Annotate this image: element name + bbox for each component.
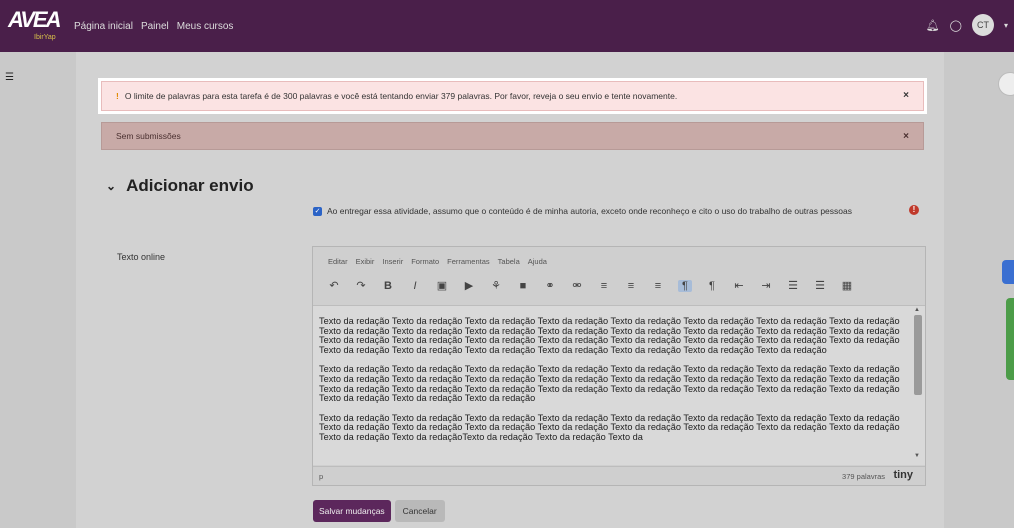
paragraph: Texto da redação Texto da redação Texto … bbox=[319, 412, 900, 442]
ltr-icon[interactable]: ¶ bbox=[678, 279, 692, 292]
left-drawer-area bbox=[0, 52, 76, 528]
form-actions: Salvar mudanças Cancelar bbox=[313, 500, 445, 522]
editor-toolbar: ↶ ↷ B I ▣ ▶ ⚘ ■ ⚭ ⚮ ≡ ≡ ≡ ¶ ¶ ⇤ ⇥ ☰ ☰ ▦ bbox=[327, 279, 854, 292]
paragraph: Texto da redação Texto da redação Texto … bbox=[319, 364, 900, 404]
italic-icon[interactable]: I bbox=[408, 280, 422, 292]
scroll-up-icon[interactable]: ▲ bbox=[914, 307, 920, 313]
authorship-label: Ao entregar essa atividade, assumo que o… bbox=[327, 206, 852, 216]
nav-link-my-courses[interactable]: Meus cursos bbox=[177, 21, 234, 32]
side-tab-blue[interactable] bbox=[1002, 260, 1014, 284]
nav-link-home[interactable]: Página inicial bbox=[74, 21, 133, 32]
menu-format[interactable]: Formato bbox=[411, 257, 439, 266]
media-icon[interactable]: ▶ bbox=[462, 279, 476, 292]
chevron-down-icon[interactable]: ▾ bbox=[1004, 21, 1008, 30]
warning-icon: ! bbox=[116, 91, 119, 101]
align-right-icon[interactable]: ≡ bbox=[651, 280, 665, 292]
nav-link-dashboard[interactable]: Painel bbox=[141, 21, 169, 32]
chat-icon[interactable]: ◯ bbox=[950, 19, 962, 32]
required-icon: ! bbox=[909, 205, 919, 215]
section-header[interactable]: ⌄ Adicionar envio bbox=[106, 176, 254, 196]
bold-icon[interactable]: B bbox=[381, 280, 395, 292]
bell-icon[interactable]: 🔔︎ bbox=[926, 19, 940, 32]
element-path[interactable]: p bbox=[319, 472, 323, 481]
logo-text: AVEA bbox=[8, 7, 62, 32]
menu-tools[interactable]: Ferramentas bbox=[447, 257, 490, 266]
align-left-icon[interactable]: ≡ bbox=[597, 280, 611, 292]
numbered-list-icon[interactable]: ☰ bbox=[813, 279, 827, 292]
editor-content[interactable]: Texto da redação Texto da redação Texto … bbox=[313, 305, 925, 465]
nav-user-area: 🔔︎ ◯ CT ▾ bbox=[926, 14, 1008, 36]
indent-icon[interactable]: ⇥ bbox=[759, 279, 773, 292]
section-title: Adicionar envio bbox=[126, 176, 254, 195]
online-text-label: Texto online bbox=[117, 252, 166, 262]
align-center-icon[interactable]: ≡ bbox=[624, 280, 638, 292]
side-tab-green[interactable] bbox=[1006, 298, 1014, 380]
avatar[interactable]: CT bbox=[971, 14, 994, 36]
scroll-down-icon[interactable]: ▼ bbox=[914, 453, 920, 459]
video-camera-icon[interactable]: ■ bbox=[516, 280, 530, 292]
rich-text-editor: Editar Exibir Inserir Formato Ferramenta… bbox=[312, 246, 926, 486]
image-icon[interactable]: ▣ bbox=[435, 279, 449, 292]
menu-edit[interactable]: Editar bbox=[328, 257, 348, 266]
editor-scrollbar[interactable]: ▲ ▼ bbox=[914, 307, 922, 463]
right-drawer-area bbox=[944, 52, 1014, 528]
calculator-icon[interactable]: ▦ bbox=[840, 279, 854, 292]
chevron-down-icon: ⌄ bbox=[106, 179, 117, 193]
logo-subtext: IbirYap bbox=[34, 34, 56, 41]
word-limit-error-alert: ! O limite de palavras para esta tarefa … bbox=[101, 81, 924, 111]
outdent-icon[interactable]: ⇤ bbox=[732, 279, 746, 292]
site-logo[interactable]: AVEA IbirYap bbox=[8, 7, 62, 43]
cancel-button[interactable]: Cancelar bbox=[394, 500, 445, 522]
word-count[interactable]: 379 palavras bbox=[842, 472, 885, 481]
paragraph: Texto da redação Texto da redação Texto … bbox=[319, 316, 900, 355]
editor-statusbar: p 379 palavras tiny bbox=[313, 466, 925, 486]
editor-menubar: Editar Exibir Inserir Formato Ferramenta… bbox=[328, 257, 547, 266]
rtl-icon[interactable]: ¶ bbox=[705, 280, 719, 292]
microphone-icon[interactable]: ⚘ bbox=[489, 279, 503, 292]
redo-icon[interactable]: ↷ bbox=[354, 279, 368, 292]
link-icon[interactable]: ⚭ bbox=[543, 279, 557, 292]
bullet-list-icon[interactable]: ☰ bbox=[786, 279, 800, 292]
scroll-thumb[interactable] bbox=[914, 315, 922, 395]
menu-insert[interactable]: Inserir bbox=[382, 257, 403, 266]
close-icon[interactable]: × bbox=[903, 90, 909, 101]
top-navbar: AVEA IbirYap Página inicial Painel Meus … bbox=[0, 0, 1014, 52]
unlink-icon[interactable]: ⚮ bbox=[570, 279, 584, 292]
menu-help[interactable]: Ajuda bbox=[528, 257, 547, 266]
nav-links: Página inicial Painel Meus cursos bbox=[74, 21, 233, 32]
close-icon[interactable]: × bbox=[903, 131, 909, 142]
authorship-consent: ✓ Ao entregar essa atividade, assumo que… bbox=[313, 205, 903, 218]
save-button[interactable]: Salvar mudanças bbox=[313, 500, 391, 522]
course-index-toggle-icon[interactable]: ☰ bbox=[5, 72, 14, 83]
no-submission-message: Sem submissões bbox=[116, 131, 181, 141]
authorship-checkbox[interactable]: ✓ bbox=[313, 207, 322, 216]
tiny-logo[interactable]: tiny bbox=[893, 469, 913, 481]
error-message: O limite de palavras para esta tarefa é … bbox=[124, 91, 678, 101]
menu-view[interactable]: Exibir bbox=[356, 257, 375, 266]
menu-table[interactable]: Tabela bbox=[498, 257, 520, 266]
undo-icon[interactable]: ↶ bbox=[327, 279, 341, 292]
no-submission-alert: Sem submissões × bbox=[101, 122, 924, 150]
